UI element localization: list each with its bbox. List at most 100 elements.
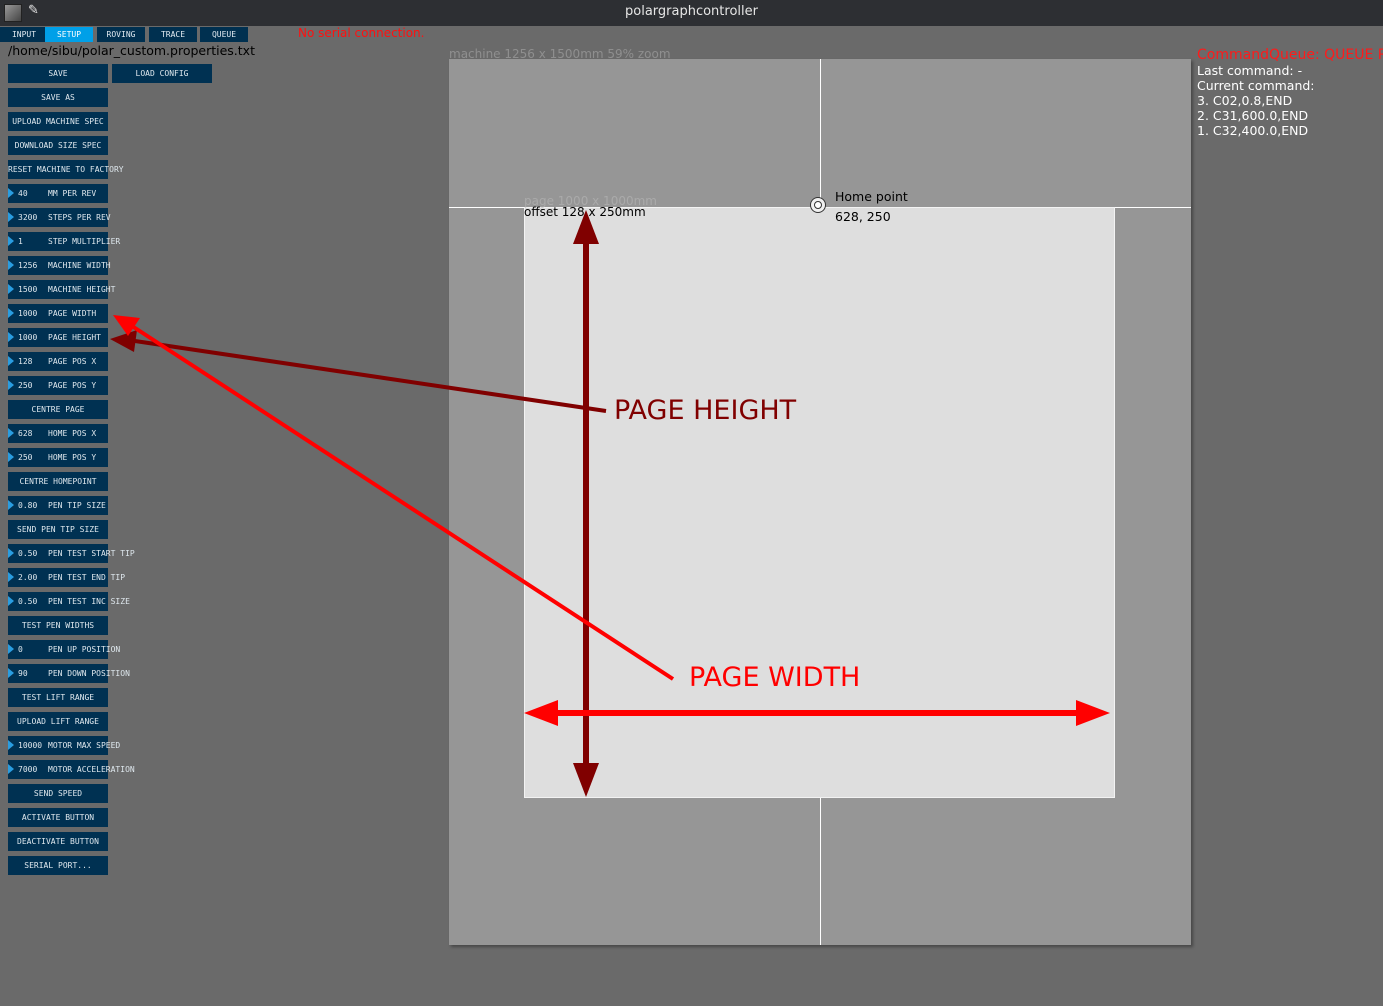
send-speed-button[interactable]: SEND SPEED bbox=[8, 784, 108, 803]
pen-test-inc-size-label: PEN TEST INC SIZE bbox=[48, 597, 130, 606]
increment-arrow-icon bbox=[8, 236, 14, 246]
home-point-icon[interactable] bbox=[810, 197, 826, 213]
page-height-value: 1000 bbox=[18, 333, 38, 342]
step-multiplier-label: STEP MULTIPLIER bbox=[48, 237, 121, 246]
current-command-text: Current command: bbox=[1197, 78, 1315, 93]
home-point-coords: 628, 250 bbox=[835, 209, 891, 224]
title-bar: ✎ polargraphcontroller bbox=[0, 0, 1383, 26]
page-width-value: 1000 bbox=[18, 309, 38, 318]
page-pos-x-field[interactable]: 128 PAGE POS X bbox=[8, 352, 108, 371]
page-width-pointer-arrow-icon bbox=[113, 315, 140, 336]
page-pos-x-value: 128 bbox=[18, 357, 33, 366]
increment-arrow-icon bbox=[8, 284, 14, 294]
pen-test-inc-size-field[interactable]: 0.50 PEN TEST INC SIZE bbox=[8, 592, 130, 611]
increment-arrow-icon bbox=[8, 740, 14, 750]
motor-max-speed-value: 10000 bbox=[18, 741, 43, 750]
pen-up-position-field[interactable]: 0 PEN UP POSITION bbox=[8, 640, 120, 659]
pen-down-position-field[interactable]: 90 PEN DOWN POSITION bbox=[8, 664, 130, 683]
queue-item: 2. C31,600.0,END bbox=[1197, 108, 1309, 123]
home-vertical-guide-bottom bbox=[820, 798, 821, 945]
pen-tip-size-value: 0.80 bbox=[18, 501, 38, 510]
activate-button[interactable]: ACTIVATE BUTTON bbox=[8, 808, 108, 827]
page-pos-x-label: PAGE POS X bbox=[48, 357, 97, 366]
machine-width-label: MACHINE WIDTH bbox=[48, 261, 111, 270]
pen-test-end-tip-label: PEN TEST END TIP bbox=[48, 573, 126, 582]
save-as-button[interactable]: SAVE AS bbox=[8, 88, 108, 107]
reset-machine-button[interactable]: RESET MACHINE TO FACTORY bbox=[8, 160, 124, 179]
page-width-field[interactable]: 1000 PAGE WIDTH bbox=[8, 304, 108, 323]
properties-file-path: /home/sibu/polar_custom.properties.txt bbox=[8, 43, 255, 58]
steps-per-rev-label: STEPS PER REV bbox=[48, 213, 111, 222]
machine-height-field[interactable]: 1500 MACHINE HEIGHT bbox=[8, 280, 115, 299]
pen-tip-size-field[interactable]: 0.80 PEN TIP SIZE bbox=[8, 496, 108, 515]
tab-roving[interactable]: ROVING bbox=[97, 27, 145, 42]
home-pos-x-field[interactable]: 628 HOME POS X bbox=[8, 424, 108, 443]
mm-per-rev-field[interactable]: 40 MM PER REV bbox=[8, 184, 108, 203]
increment-arrow-icon bbox=[8, 668, 14, 678]
pen-test-end-tip-field[interactable]: 2.00 PEN TEST END TIP bbox=[8, 568, 125, 587]
pen-up-position-label: PEN UP POSITION bbox=[48, 645, 121, 654]
increment-arrow-icon bbox=[8, 452, 14, 462]
serial-port-button[interactable]: SERIAL PORT... bbox=[8, 856, 108, 875]
test-lift-range-button[interactable]: TEST LIFT RANGE bbox=[8, 688, 108, 707]
motor-max-speed-field[interactable]: 10000 MOTOR MAX SPEED bbox=[8, 736, 120, 755]
page-height-label: PAGE HEIGHT bbox=[48, 333, 101, 342]
increment-arrow-icon bbox=[8, 572, 14, 582]
load-config-button[interactable]: LOAD CONFIG bbox=[112, 64, 212, 83]
window-title: polargraphcontroller bbox=[625, 4, 758, 19]
pen-test-start-tip-field[interactable]: 0.50 PEN TEST START TIP bbox=[8, 544, 135, 563]
mm-per-rev-value: 40 bbox=[18, 189, 28, 198]
home-horizontal-guide-left bbox=[449, 207, 524, 208]
machine-width-value: 1256 bbox=[18, 261, 38, 270]
increment-arrow-icon bbox=[8, 596, 14, 606]
increment-arrow-icon bbox=[8, 308, 14, 318]
step-multiplier-value: 1 bbox=[18, 237, 23, 246]
send-pen-tip-size-button[interactable]: SEND PEN TIP SIZE bbox=[8, 520, 108, 539]
test-pen-widths-button[interactable]: TEST PEN WIDTHS bbox=[8, 616, 108, 635]
motor-acceleration-field[interactable]: 7000 MOTOR ACCELERATION bbox=[8, 760, 135, 779]
home-pos-x-label: HOME POS X bbox=[48, 429, 97, 438]
increment-arrow-icon bbox=[8, 500, 14, 510]
steps-per-rev-field[interactable]: 3200 STEPS PER REV bbox=[8, 208, 111, 227]
last-command-text: Last command: - bbox=[1197, 63, 1303, 78]
increment-arrow-icon bbox=[8, 260, 14, 270]
tab-queue[interactable]: QUEUE bbox=[200, 27, 248, 42]
page-height-field[interactable]: 1000 PAGE HEIGHT bbox=[8, 328, 108, 347]
increment-arrow-icon bbox=[8, 428, 14, 438]
motor-acceleration-label: MOTOR ACCELERATION bbox=[48, 765, 135, 774]
upload-machine-spec-button[interactable]: UPLOAD MACHINE SPEC bbox=[8, 112, 108, 131]
centre-homepoint-button[interactable]: CENTRE HOMEPOINT bbox=[8, 472, 108, 491]
increment-arrow-icon bbox=[8, 188, 14, 198]
upload-lift-range-button[interactable]: UPLOAD LIFT RANGE bbox=[8, 712, 108, 731]
page-width-label: PAGE WIDTH bbox=[48, 309, 97, 318]
tab-setup[interactable]: SETUP bbox=[45, 27, 93, 42]
motor-max-speed-label: MOTOR MAX SPEED bbox=[48, 741, 121, 750]
pen-test-inc-size-value: 0.50 bbox=[18, 597, 38, 606]
steps-per-rev-value: 3200 bbox=[18, 213, 38, 222]
pen-down-position-label: PEN DOWN POSITION bbox=[48, 669, 130, 678]
download-size-spec-button[interactable]: DOWNLOAD SIZE SPEC bbox=[8, 136, 108, 155]
home-pos-x-value: 628 bbox=[18, 429, 33, 438]
tab-trace[interactable]: TRACE bbox=[149, 27, 197, 42]
page-area[interactable] bbox=[524, 207, 1115, 798]
centre-page-button[interactable]: CENTRE PAGE bbox=[8, 400, 108, 419]
machine-width-field[interactable]: 1256 MACHINE WIDTH bbox=[8, 256, 111, 275]
increment-arrow-icon bbox=[8, 212, 14, 222]
home-pos-y-field[interactable]: 250 HOME POS Y bbox=[8, 448, 108, 467]
save-button[interactable]: SAVE bbox=[8, 64, 108, 83]
queue-item: 3. C02,0.8,END bbox=[1197, 93, 1293, 108]
pen-down-position-value: 90 bbox=[18, 669, 28, 678]
page-pos-y-field[interactable]: 250 PAGE POS Y bbox=[8, 376, 108, 395]
command-queue-header: CommandQueue: QUEUE R bbox=[1197, 47, 1383, 63]
home-horizontal-guide-right bbox=[1115, 207, 1191, 208]
home-vertical-guide-top bbox=[820, 59, 821, 207]
deactivate-button[interactable]: DEACTIVATE BUTTON bbox=[8, 832, 108, 851]
pen-test-end-tip-value: 2.00 bbox=[18, 573, 38, 582]
machine-height-value: 1500 bbox=[18, 285, 38, 294]
increment-arrow-icon bbox=[8, 548, 14, 558]
page-offset-label: offset 128 x 250mm bbox=[524, 205, 646, 219]
increment-arrow-icon bbox=[8, 644, 14, 654]
tab-input[interactable]: INPUT bbox=[0, 27, 48, 42]
step-multiplier-field[interactable]: 1 STEP MULTIPLIER bbox=[8, 232, 120, 251]
increment-arrow-icon bbox=[8, 380, 14, 390]
